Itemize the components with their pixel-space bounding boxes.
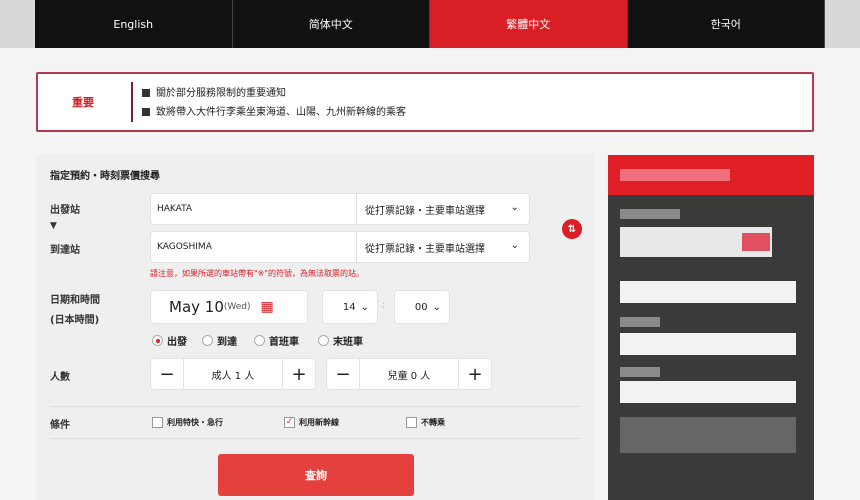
chevron-down-icon: ⌄ (510, 201, 519, 213)
adults-plus-button[interactable]: + (283, 359, 315, 389)
arrow-down-icon: ▼ (50, 221, 57, 231)
checkbox-icon (152, 417, 163, 428)
notice-label: 重要 (72, 96, 94, 109)
adults-minus-button[interactable]: − (151, 359, 183, 389)
children-count: 兒童 0 人 (359, 359, 459, 389)
important-notice: 重要 關於部分服務限制的重要通知 致將帶入大件行李乘坐東海道、山陽、九州新幹線的… (36, 72, 814, 132)
arrival-label: 到達站 (50, 245, 80, 256)
children-plus-button[interactable]: + (459, 359, 491, 389)
chevron-down-icon: ⌄ (510, 239, 519, 251)
arrival-station: KAGOSHIMA 從打票記錄・主要車站選擇 ⌄ (150, 231, 530, 263)
tab-simplified-chinese[interactable]: 简体中文 (232, 0, 430, 48)
notice-link[interactable]: 關於部分服務限制的重要通知 (142, 84, 406, 103)
date-picker[interactable]: May 10 (Wed) ▦ (150, 290, 308, 324)
sidebar-header (608, 155, 814, 195)
adults-count: 成人 1 人 (183, 359, 283, 389)
chevron-down-icon: ⌄ (360, 301, 369, 313)
radio-first-train[interactable]: 首班車 (254, 333, 299, 348)
tab-korean[interactable]: 한국어 (627, 0, 825, 48)
children-minus-button[interactable]: − (327, 359, 359, 389)
station-note: 請注意，如果所選的車站帶有"※"的符號，為無法取票的站。 (150, 269, 365, 278)
divider (131, 82, 133, 122)
arrival-input[interactable]: KAGOSHIMA (151, 232, 357, 262)
radio-icon (318, 335, 329, 346)
radio-icon (202, 335, 213, 346)
radio-departure[interactable]: 出發 (152, 333, 187, 348)
radio-arrival[interactable]: 到達 (202, 333, 237, 348)
hour-select[interactable]: 14 ⌄ (322, 290, 378, 324)
checkbox-limited-express[interactable]: 利用特快・急行 (152, 417, 223, 428)
radio-last-train[interactable]: 末班車 (318, 333, 363, 348)
form-title: 指定預約・時刻票價搜尋 (50, 171, 160, 182)
square-bullet-icon (142, 108, 150, 116)
children-stepper: − 兒童 0 人 + (326, 358, 492, 390)
notice-link[interactable]: 致將帶入大件行李乘坐東海道、山陽、九州新幹線的乘客 (142, 103, 406, 122)
square-bullet-icon (142, 89, 150, 97)
minute-select[interactable]: 00 ⌄ (394, 290, 450, 324)
departure-label: 出發站 (50, 205, 80, 216)
adults-stepper: − 成人 1 人 + (150, 358, 316, 390)
tab-traditional-chinese[interactable]: 繁體中文 (430, 0, 628, 48)
arrival-select[interactable]: 從打票記錄・主要車站選擇 ⌄ (357, 240, 529, 255)
checkmark-icon: ✓ (284, 417, 295, 428)
departure-station: HAKATA 從打票記錄・主要車站選擇 ⌄ (150, 193, 530, 225)
tab-english[interactable]: English (35, 0, 233, 48)
checkbox-shinkansen[interactable]: ✓ 利用新幹線 (284, 417, 339, 428)
datetime-label: 日期和時間 (50, 295, 100, 306)
conditions-label: 條件 (50, 420, 70, 431)
departure-input[interactable]: HAKATA (151, 194, 357, 224)
swap-stations-icon[interactable]: ⇅ (562, 219, 582, 239)
checkbox-icon (406, 417, 417, 428)
divider (50, 438, 580, 439)
calendar-icon[interactable]: ▦ (261, 299, 274, 315)
timezone-label: (日本時間) (50, 315, 100, 326)
search-button[interactable]: 查詢 (218, 454, 414, 496)
radio-icon (254, 335, 265, 346)
checkbox-no-transfer[interactable]: 不轉乘 (406, 417, 445, 428)
divider (50, 406, 580, 407)
sidebar-panel-blurred (608, 155, 814, 500)
chevron-down-icon: ⌄ (432, 301, 441, 313)
search-form: 指定預約・時刻票價搜尋 出發站 ▼ 到達站 HAKATA 從打票記錄・主要車站選… (36, 155, 594, 500)
departure-select[interactable]: 從打票記錄・主要車站選擇 ⌄ (357, 202, 529, 217)
people-label: 人數 (50, 372, 70, 383)
radio-icon (152, 335, 163, 346)
language-tabs: English 简体中文 繁體中文 한국어 (0, 0, 860, 48)
